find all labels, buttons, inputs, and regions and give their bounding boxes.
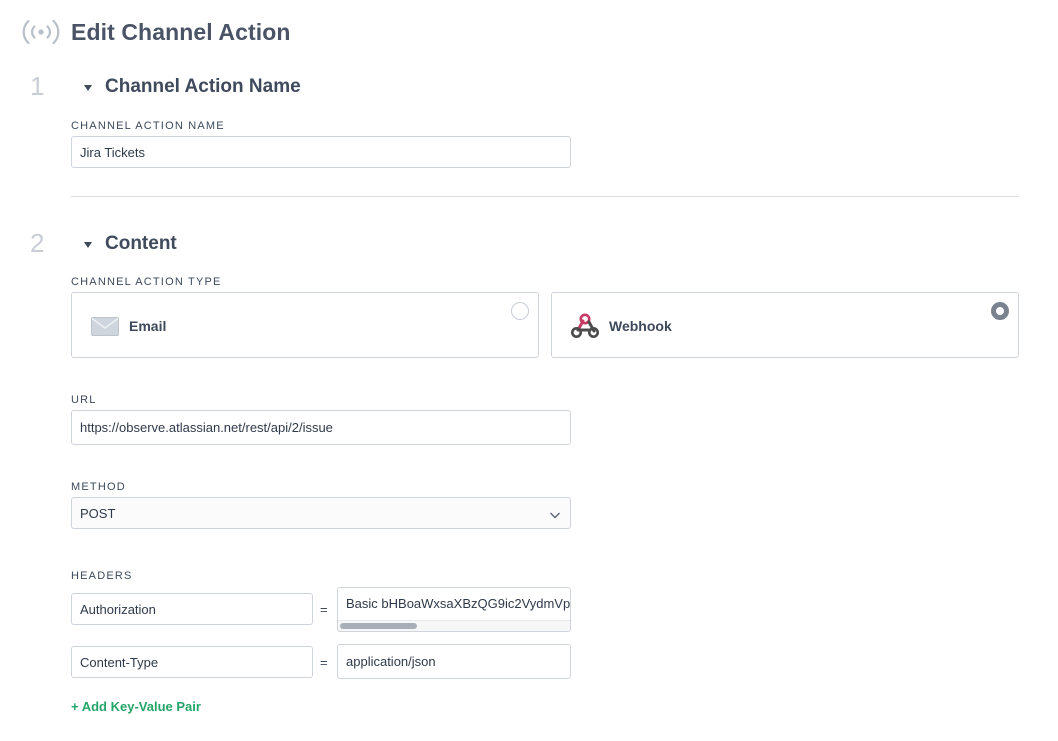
url-value: https://observe.atlassian.net/rest/api/2… xyxy=(80,420,333,435)
broadcast-signal-icon xyxy=(19,16,63,48)
email-radio[interactable] xyxy=(511,302,529,320)
page-title: Edit Channel Action xyxy=(71,18,291,45)
equals-sign: = xyxy=(320,655,328,670)
header-key-input[interactable]: Authorization xyxy=(71,593,313,625)
scrollbar-thumb[interactable] xyxy=(340,623,417,629)
url-label: URL xyxy=(71,394,97,406)
header-key-value: Content-Type xyxy=(80,654,159,670)
caret-down-icon xyxy=(84,85,92,91)
header-key-input[interactable]: Content-Type xyxy=(71,646,313,678)
channel-action-name-value: Jira Tickets xyxy=(80,144,146,160)
webhook-radio[interactable] xyxy=(991,302,1009,320)
caret-down-icon xyxy=(84,242,92,248)
chevron-down-icon xyxy=(549,508,561,519)
email-option-label: Email xyxy=(129,318,167,334)
section-title: Content xyxy=(105,233,177,254)
section-divider xyxy=(71,196,1019,197)
section-header-name[interactable]: Channel Action Name xyxy=(84,76,301,98)
add-key-value-pair-button[interactable]: + Add Key-Value Pair xyxy=(71,699,201,714)
step-number: 1 xyxy=(30,71,45,101)
webhook-icon xyxy=(570,312,600,345)
channel-action-name-label: CHANNEL ACTION NAME xyxy=(71,120,225,132)
method-value: POST xyxy=(80,505,116,521)
channel-action-name-input[interactable]: Jira Tickets xyxy=(71,136,571,168)
header-value-text: application/json xyxy=(346,654,436,669)
header-value-input[interactable]: application/json xyxy=(337,644,571,679)
section-header-content[interactable]: Content xyxy=(84,233,177,255)
url-input[interactable]: https://observe.atlassian.net/rest/api/2… xyxy=(71,410,571,445)
action-type-webhook-card[interactable]: Webhook xyxy=(551,292,1019,358)
webhook-option-label: Webhook xyxy=(609,318,672,334)
header-key-value: Authorization xyxy=(80,601,156,617)
header-value-input[interactable]: Basic bHBoaWxsaXBzQG9ic2VydmVpb xyxy=(337,587,571,632)
method-label: METHOD xyxy=(71,481,126,493)
page-header: Edit Channel Action xyxy=(19,16,291,48)
equals-sign: = xyxy=(320,602,328,617)
section-title: Channel Action Name xyxy=(105,76,301,97)
channel-action-type-label: CHANNEL ACTION TYPE xyxy=(71,276,222,288)
action-type-email-card[interactable]: Email xyxy=(71,292,539,358)
envelope-icon xyxy=(91,317,119,341)
headers-label: HEADERS xyxy=(71,570,133,582)
method-select[interactable]: POST xyxy=(71,497,571,529)
horizontal-scrollbar[interactable] xyxy=(338,620,570,631)
header-value-text: Basic bHBoaWxsaXBzQG9ic2VydmVpb xyxy=(346,596,571,611)
step-number: 2 xyxy=(30,228,45,258)
